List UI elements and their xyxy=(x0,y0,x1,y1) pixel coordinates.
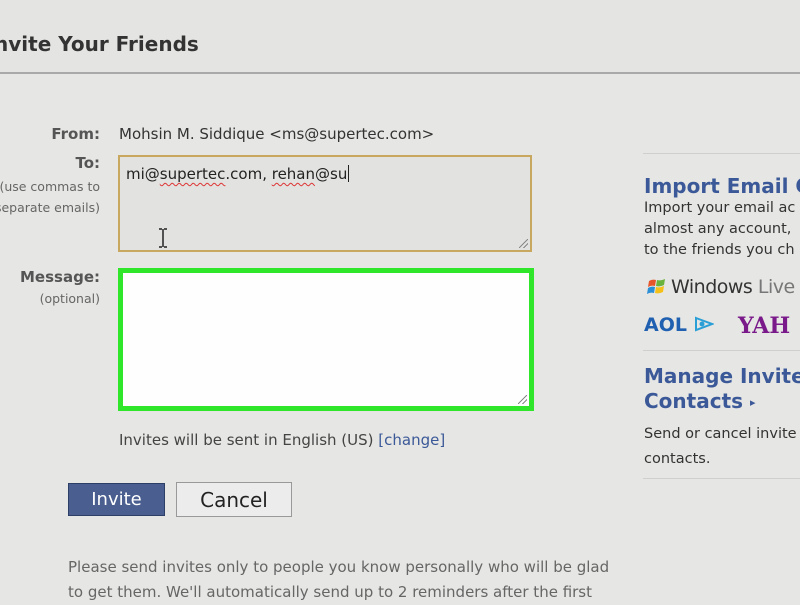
import-text-line-2: almost any account, xyxy=(644,221,792,237)
aol-label: AOL xyxy=(644,314,687,336)
invite-button[interactable]: Invite xyxy=(68,483,165,516)
windows-flag-icon xyxy=(647,279,665,294)
change-language-link[interactable]: [change] xyxy=(378,431,445,449)
from-label: From: xyxy=(51,125,100,143)
manage-title-contacts: Contacts xyxy=(644,389,744,413)
sidebar-divider xyxy=(643,350,800,351)
to-value: mi@supertec.com, rehan@su xyxy=(126,165,350,183)
aol-triangle-icon xyxy=(694,316,715,332)
to-label: To: xyxy=(75,154,100,172)
to-value-misspelled-1: supertec xyxy=(159,165,226,183)
aol-provider[interactable]: AOL xyxy=(644,314,715,336)
text-caret xyxy=(348,165,350,182)
to-value-suffix: @su xyxy=(315,165,348,183)
ibeam-cursor-icon xyxy=(159,228,167,248)
message-textarea[interactable] xyxy=(118,268,534,411)
manage-invites-title[interactable]: Manage Invite Contacts ▸ xyxy=(644,364,800,415)
sidebar-bottom-divider xyxy=(643,478,800,479)
page-title: nvite Your Friends xyxy=(0,32,199,56)
page-header: nvite Your Friends xyxy=(0,0,800,74)
sidebar: Import Email C Import your email ac almo… xyxy=(643,153,800,481)
resize-grip-icon[interactable] xyxy=(519,239,528,248)
windows-live-label: Windows Live xyxy=(671,276,795,298)
yahoo-provider[interactable]: YAH xyxy=(738,313,790,339)
manage-text-line-2: contacts. xyxy=(644,451,711,467)
resize-grip-icon[interactable] xyxy=(518,395,527,404)
language-note-text: Invites will be sent in English (US) xyxy=(119,431,379,449)
to-value-prefix: mi@ xyxy=(126,165,160,183)
to-value-misspelled-2: rehan xyxy=(271,165,316,183)
manage-invites-text: Send or cancel invite contacts. xyxy=(644,422,797,472)
message-hint: (optional) xyxy=(39,291,100,306)
windows-label: Windows xyxy=(671,276,753,298)
import-text-line-1: Import your email ac xyxy=(644,200,796,216)
manage-title-line-2: Contacts ▸ xyxy=(644,389,800,415)
to-textarea[interactable]: mi@supertec.com, rehan@su xyxy=(118,155,532,252)
import-contacts-text: Import your email ac almost any account,… xyxy=(644,198,800,261)
manage-title-line-1: Manage Invite xyxy=(644,364,800,388)
from-value: Mohsin M. Siddique <ms@supertec.com> xyxy=(119,125,435,143)
to-value-mid: .com, xyxy=(225,165,272,183)
import-text-line-3: to the friends you ch xyxy=(644,242,795,258)
invite-disclaimer: Please send invites only to people you k… xyxy=(68,558,610,601)
windows-live-provider[interactable]: Windows Live xyxy=(646,276,795,298)
import-contacts-title[interactable]: Import Email C xyxy=(644,174,800,198)
live-label: Live xyxy=(757,276,795,298)
to-hint-line-2: separate emails) xyxy=(0,200,100,215)
to-hint-line-1: (use commas to xyxy=(0,179,100,194)
manage-text-line-1: Send or cancel invite xyxy=(644,426,797,442)
cancel-button[interactable]: Cancel xyxy=(176,482,292,517)
message-label: Message: xyxy=(20,268,100,286)
caret-right-icon: ▸ xyxy=(750,396,756,409)
language-note: Invites will be sent in English (US) [ch… xyxy=(119,431,445,449)
